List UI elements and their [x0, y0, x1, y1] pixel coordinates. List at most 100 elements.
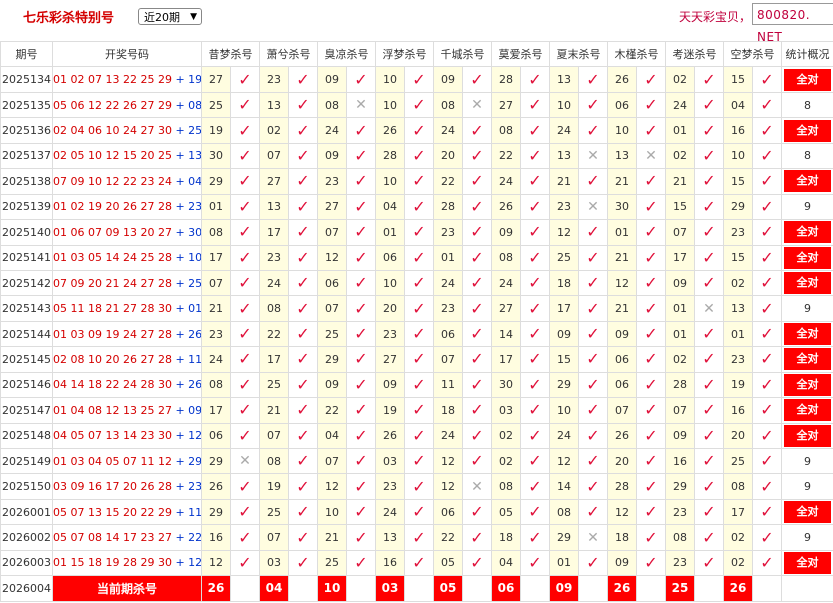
check-icon: ✓	[462, 371, 492, 399]
stat-cell: 9	[781, 447, 833, 475]
check-icon: ✓	[462, 295, 492, 322]
kill-number-cell: 30	[201, 142, 231, 170]
kill-number-cell: 09	[665, 269, 695, 297]
kill-number-cell: 01	[375, 219, 405, 246]
check-icon: ✓	[230, 549, 260, 577]
kill-number-cell: 24	[491, 269, 521, 297]
check-icon: ✓	[578, 168, 608, 195]
check-icon: ✓	[752, 422, 782, 450]
table-row: 2025143 05 11 18 21 27 28 30 + 01 21 ✓ 08 ✓ 07…	[0, 295, 833, 322]
kill-number-cell: 06	[317, 269, 347, 297]
check-icon: ✓	[404, 447, 434, 475]
kill-number-cell: 17	[201, 397, 231, 424]
check-icon: ✓	[520, 397, 550, 424]
kill-number-cell: 24	[433, 422, 463, 450]
table-row: 2025136 02 04 06 10 24 27 30 + 25 19 ✓ 02 ✓ 24…	[0, 117, 833, 144]
stat-cell: 9	[781, 295, 833, 322]
check-icon: ✓	[636, 498, 666, 526]
check-icon: ✓	[346, 117, 376, 144]
kill-number-cell: 09	[317, 66, 347, 93]
check-icon: ✓	[346, 447, 376, 475]
check-icon: ✓	[520, 66, 550, 93]
draw-numbers: 01 04 08 12 13 25 27	[53, 403, 172, 417]
kill-number-cell: 08	[259, 447, 289, 475]
kill-number-cell: 07	[259, 422, 289, 450]
kill-number-cell: 11	[433, 371, 463, 399]
kill-number-cell: 01	[723, 320, 753, 348]
special-number: + 25	[175, 124, 202, 138]
special-number: + 23	[175, 480, 202, 494]
check-icon: ✓	[752, 91, 782, 119]
check-icon: ✓	[404, 371, 434, 399]
kill-number-cell: 02	[491, 447, 521, 475]
check-icon: ✓	[636, 524, 666, 551]
kill-number-cell: 17	[549, 295, 579, 322]
check-icon: ✓	[462, 117, 492, 144]
kill-number-cell: 10	[723, 142, 753, 170]
check-icon: ✓	[462, 498, 492, 526]
kill-number-cell: 18	[433, 397, 463, 424]
check-icon: ✓	[230, 117, 260, 144]
issue-cell: 2025147	[0, 397, 53, 424]
blank-cell	[462, 575, 492, 602]
kill-number-cell: 28	[433, 193, 463, 221]
check-icon: ✓	[404, 397, 434, 424]
check-icon: ✓	[694, 168, 724, 195]
check-icon: ✓	[462, 269, 492, 297]
kill-number-cell: 20	[375, 295, 405, 322]
kill-number-cell: 25	[259, 371, 289, 399]
special-number: + 13	[175, 149, 202, 163]
kill-number-cell: 02	[491, 422, 521, 450]
check-icon: ✓	[346, 397, 376, 424]
check-icon: ✓	[346, 320, 376, 348]
check-icon: ✓	[230, 66, 260, 93]
kill-number-cell: 26	[375, 422, 405, 450]
check-icon: ✓	[578, 244, 608, 271]
check-icon: ✓	[520, 295, 550, 322]
kill-number-cell: 12	[607, 498, 637, 526]
check-icon: ✓	[636, 244, 666, 271]
check-icon: ✓	[404, 269, 434, 297]
check-icon: ✓	[520, 447, 550, 475]
kill-number-cell: 12	[201, 549, 231, 577]
check-icon: ✓	[288, 498, 318, 526]
check-icon: ✓	[346, 371, 376, 399]
current-kill-label: 当前期杀号	[52, 575, 202, 602]
kill-number-cell: 09	[665, 422, 695, 450]
check-icon: ✓	[636, 168, 666, 195]
check-icon: ✓	[288, 269, 318, 297]
draw-numbers-cell: 02 08 10 20 26 27 28 + 11	[52, 346, 202, 373]
draw-numbers-cell: 01 06 07 09 13 20 27 + 30	[52, 219, 202, 246]
check-icon: ✓	[404, 346, 434, 373]
table-row: 2025150 03 09 16 17 20 26 28 + 23 26 ✓ 19 ✓ 12…	[0, 473, 833, 500]
site-url-link[interactable]: 800820. NET	[752, 3, 833, 44]
kill-number-cell: 19	[723, 371, 753, 399]
period-select[interactable]: 近20期 ▼	[138, 8, 202, 25]
kill-number-cell: 10	[317, 498, 347, 526]
check-icon: ✓	[752, 346, 782, 373]
kill-number-cell: 01	[607, 219, 637, 246]
check-icon: ✓	[230, 346, 260, 373]
kill-number-cell: 03	[375, 447, 405, 475]
check-icon: ✓	[462, 66, 492, 93]
issue-cell: 2025144	[0, 320, 53, 348]
kill-number-cell: 24	[491, 168, 521, 195]
check-icon: ✓	[636, 549, 666, 577]
check-icon: ✓	[752, 142, 782, 170]
check-icon: ✓	[520, 346, 550, 373]
stat-all-correct-badge: 全对	[781, 117, 833, 144]
check-icon: ✓	[752, 117, 782, 144]
kill-number-cell: 08	[433, 91, 463, 119]
kill-number-cell: 26	[375, 117, 405, 144]
current-kill-number: 06	[491, 575, 521, 602]
kill-number-cell: 23	[433, 219, 463, 246]
check-icon: ✓	[404, 524, 434, 551]
kill-number-cell: 02	[259, 117, 289, 144]
kill-number-cell: 17	[259, 346, 289, 373]
kill-number-cell: 12	[433, 473, 463, 500]
kill-number-cell: 18	[491, 524, 521, 551]
stat-all-correct-badge: 全对	[781, 269, 833, 297]
check-icon: ✓	[694, 91, 724, 119]
kill-number-cell: 24	[549, 422, 579, 450]
kill-number-cell: 15	[665, 193, 695, 221]
